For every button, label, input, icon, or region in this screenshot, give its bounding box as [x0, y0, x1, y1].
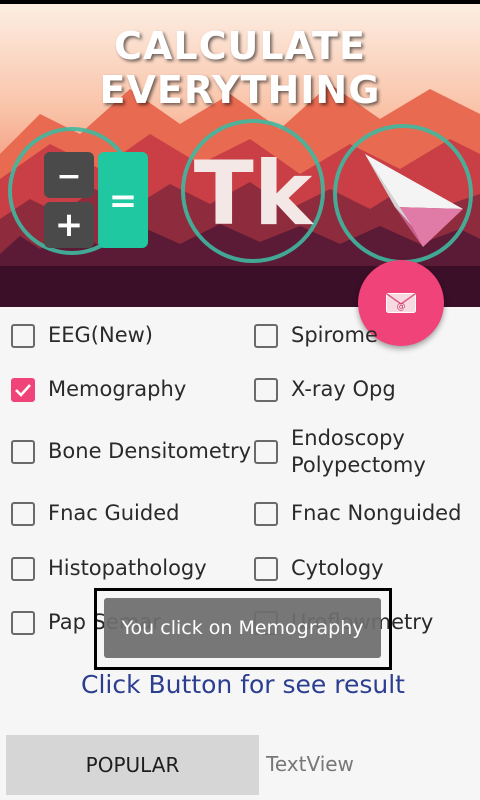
checkbox-box[interactable]: [11, 323, 35, 348]
checkbox-cytology[interactable]: Cytology: [254, 555, 384, 582]
checkbox-label: Spirome: [291, 323, 378, 347]
checkbox-box[interactable]: [11, 439, 35, 464]
checkbox-endoscopy-polypectomy[interactable]: Endoscopy Polypectomy: [254, 425, 426, 479]
checkbox-label: Fnac Guided: [48, 501, 180, 525]
checkbox-spirometry[interactable]: Spirome: [254, 322, 378, 349]
checkbox-box[interactable]: [11, 556, 35, 581]
checkbox-box[interactable]: [254, 377, 278, 402]
equals-glyph: =: [109, 181, 138, 221]
checkbox-label: EEG(New): [48, 323, 153, 347]
checkbox-memography[interactable]: Memography: [11, 376, 186, 403]
checkbox-box[interactable]: [254, 323, 278, 348]
toast-text: You click on Memography: [121, 617, 364, 639]
checkbox-box[interactable]: [254, 501, 278, 526]
checkbox-histopathology[interactable]: Histopathology: [11, 555, 207, 582]
checkbox-xray-opg[interactable]: X-ray Opg: [254, 376, 396, 403]
svg-text:@: @: [397, 302, 406, 312]
popular-button[interactable]: POPULAR: [6, 735, 259, 795]
banner-title: CALCULATE EVERYTHING: [99, 24, 381, 112]
checkbox-label: Cytology: [291, 556, 384, 580]
checkbox-label-line1: Endoscopy: [291, 426, 405, 450]
see-result-link[interactable]: Click Button for see result: [0, 670, 480, 699]
checkbox-fnac-guided[interactable]: Fnac Guided: [11, 500, 179, 527]
check-icon: [15, 383, 31, 397]
checkbox-box[interactable]: [254, 556, 278, 581]
plus-glyph: +: [55, 205, 84, 245]
mail-icon: @: [386, 293, 416, 313]
checkbox-label-line2: Polypectomy: [291, 453, 426, 477]
checkbox-eeg[interactable]: EEG(New): [11, 322, 153, 349]
checkbox-fnac-nonguided[interactable]: Fnac Nonguided: [254, 500, 461, 527]
checkbox-label: X-ray Opg: [291, 377, 396, 401]
checkbox-bone-densitometry[interactable]: Bone Densitometry: [11, 438, 251, 465]
textview-label: TextView: [266, 752, 354, 776]
checkbox-box[interactable]: [11, 610, 35, 635]
toast-message: You click on Memography: [104, 598, 381, 658]
minus-glyph: −: [56, 159, 81, 194]
checkbox-box[interactable]: [254, 440, 278, 464]
checkbox-label: Memography: [48, 377, 187, 401]
checkbox-label: Fnac Nonguided: [291, 501, 462, 525]
checkbox-label: Bone Densitometry: [48, 439, 252, 463]
checkbox-box[interactable]: [11, 501, 35, 526]
checkbox-label: Endoscopy Polypectomy: [291, 425, 426, 479]
checkbox-label: Histopathology: [48, 556, 207, 580]
tk-logo: Tk: [194, 142, 315, 245]
checkbox-box-checked[interactable]: [11, 377, 35, 402]
